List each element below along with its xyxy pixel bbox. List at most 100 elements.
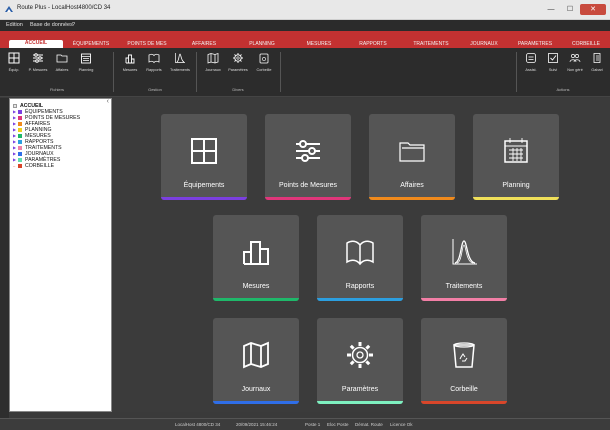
tab-planning[interactable]: PLANNING [234,41,290,48]
tab-points-de-mesures[interactable]: POINTS DE MES [118,41,176,48]
folder-icon [399,142,425,162]
tile-mesures[interactable]: Mesures [213,215,299,301]
home-dashboard: Équipements Points de Mesures Affaires Plan… [113,98,610,412]
tab-journaux[interactable]: JOURNAUX [460,41,508,48]
grid-icon [191,138,217,164]
tile-accent-bar [421,401,507,404]
recycle-bin-icon [453,342,475,368]
tab-parametres[interactable]: PARAMETRES [510,41,560,48]
status-poste: Poste 1 [305,422,321,427]
ribbon-group-actions: Actions [556,87,570,92]
maximize-button[interactable]: ☐ [561,4,579,15]
ribbon-non-gere-button[interactable]: Non géré [563,51,587,81]
ribbon-traitements-button[interactable]: Traitements [168,51,192,81]
tree-item[interactable]: – CORBEILLE [13,163,54,169]
ribbon-separator [196,52,197,92]
tab-mesures[interactable]: MESURES [294,41,344,48]
people-icon [569,54,581,63]
ribbon-mesures-button[interactable]: Mesures [118,51,142,81]
tree-color-marker [18,145,22,150]
status-demat: Démat. Route [355,422,383,427]
template-icon [593,53,601,63]
tab-corbeille[interactable]: CORBEILLE [562,41,610,48]
ribbon-gabari-button[interactable]: Gabari [585,51,609,81]
assistant-icon [526,53,536,63]
folder-icon [56,54,68,63]
ribbon-separator [516,52,517,92]
ribbon-separator [113,52,114,92]
tile-label: Équipements [183,182,225,189]
tile-label: Paramètres [341,386,379,393]
ribbon-toolbar: Équip. P. Mesures Affaires Planning Fich… [0,48,610,97]
tile-accent-bar [161,197,247,200]
tile-equipements[interactable]: Équipements [161,114,247,200]
tile-label: Corbeille [450,386,478,393]
status-server: LocalHost 4800/CD 34 [175,422,221,427]
tile-accent-bar [421,298,507,301]
tile-label: Points de Mesures [279,182,337,189]
tab-rapports[interactable]: RAPPORTS [346,41,400,48]
ribbon-group-gestion: Gestion [148,87,162,92]
ribbon-planning-button[interactable]: Planning [74,51,98,81]
close-button[interactable]: ✕ [580,4,606,15]
sliders-icon [33,53,43,63]
tile-label: Planning [502,182,530,189]
tree-item-label: CORBEILLE [25,163,55,169]
tile-journaux[interactable]: Journaux [213,318,299,404]
tile-rapports[interactable]: Rapports [317,215,403,301]
tile-corbeille[interactable]: Corbeille [421,318,507,404]
ribbon-separator [280,52,281,92]
ribbon-journaux-button[interactable]: Journaux [201,51,225,81]
ribbon-corbeille-button[interactable]: Corbeille [252,51,276,81]
tree-color-marker [18,151,22,156]
book-icon [148,53,160,64]
calendar-icon [504,138,528,163]
bar-chart-icon [243,241,269,265]
tile-affaires[interactable]: Affaires [369,114,455,200]
tile-points-de-mesures[interactable]: Points de Mesures [265,114,351,200]
gear-icon [233,53,243,63]
ribbon-group-fichiers: Fichiers [49,87,64,92]
menu-edition[interactable]: Edition [6,22,23,28]
menu-bar: Edition Base de données ? [0,20,610,31]
tile-accent-bar [213,298,299,301]
window-title: Route Plus - LocalHost4800/CD 34 [17,5,111,11]
status-eloc: Eloc Poste [327,422,349,427]
ribbon-points-mesures-button[interactable]: P. Mesures [26,51,50,81]
tile-parametres[interactable]: Paramètres [317,318,403,404]
recycle-bin-icon [259,53,269,64]
title-bar: Route Plus - LocalHost4800/CD 34 — ☐ ✕ [0,0,610,20]
sliders-icon [296,140,320,162]
status-bar: LocalHost 4800/CD 34 20/09/2021 15:46:24… [0,418,610,430]
tile-accent-bar [265,197,351,200]
grid-icon [8,52,20,64]
ribbon-parametres-button[interactable]: Paramètres [226,51,250,81]
tile-accent-bar [369,197,455,200]
tree-color-marker [18,139,22,144]
tree-color-marker [18,127,22,132]
ribbon-affaires-button[interactable]: Affaires [50,51,74,81]
tree-color-marker [13,103,17,108]
tree-color-marker [18,115,22,120]
tile-traitements[interactable]: Traitements [421,215,507,301]
tab-accueil[interactable]: ACCUEIL [9,40,63,48]
ribbon-assistant-button[interactable]: Assist. [519,51,543,81]
ribbon-suivi-button[interactable]: Suivi [541,51,565,81]
minimize-button[interactable]: — [542,4,560,15]
ribbon-rapports-button[interactable]: Rapports [142,51,166,81]
curve-chart-icon [452,239,477,265]
collapse-panel-icon[interactable]: ‹ [107,98,109,105]
check-icon [548,53,558,63]
tree-color-marker [18,121,22,126]
tile-label: Rapports [345,283,375,290]
tab-equipements[interactable]: ÉQUIPEMENTS [66,41,116,48]
tab-affaires[interactable]: AFFAIRES [178,41,230,48]
menu-help[interactable]: ? [72,22,75,28]
app-logo-icon [5,6,13,12]
gear-icon [347,342,373,368]
menu-database[interactable]: Base de données [30,22,73,28]
tile-planning[interactable]: Planning [473,114,559,200]
ribbon-equipements-button[interactable]: Équip. [2,51,26,81]
tab-traitements[interactable]: TRAITEMENTS [402,41,460,48]
main-tab-bar: ACCUEIL ÉQUIPEMENTS POINTS DE MES AFFAIR… [0,31,610,48]
